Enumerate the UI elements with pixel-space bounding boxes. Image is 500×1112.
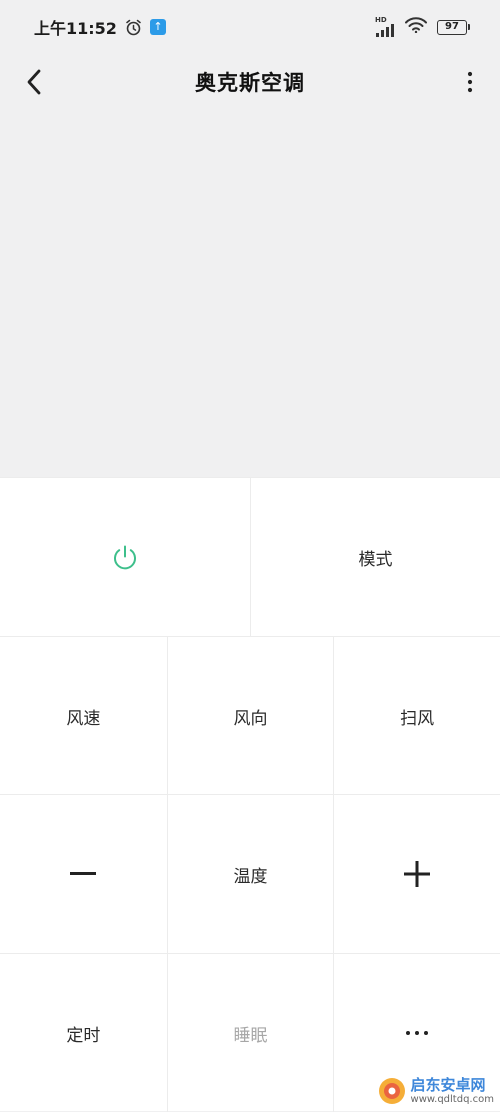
control-row-3: 温度: [0, 794, 500, 953]
fan-direction-label: 风向: [233, 708, 268, 729]
minus-icon: [70, 872, 97, 875]
battery-icon: 97: [437, 19, 470, 35]
more-vertical-icon: [467, 71, 473, 93]
watermark: 启东安卓网 www.qdltdq.com: [377, 1076, 494, 1106]
more-options-button[interactable]: [458, 64, 482, 100]
fan-speed-label: 风速: [66, 708, 101, 729]
cellular-signal-icon: HD: [375, 17, 395, 37]
temp-down-button[interactable]: [0, 795, 167, 953]
power-button[interactable]: [0, 478, 250, 636]
plus-icon: [404, 861, 431, 887]
more-horizontal-icon: [406, 1031, 429, 1035]
power-icon: [114, 545, 136, 570]
status-indicators: HD 97: [375, 17, 470, 37]
control-row-4: 定时 睡眠 启东安卓网 www.qdltdq.com: [0, 953, 500, 1112]
sleep-button[interactable]: 睡眠: [166, 954, 334, 1112]
mode-button[interactable]: 模式: [250, 478, 500, 636]
back-button[interactable]: [16, 64, 52, 100]
mode-label: 模式: [358, 549, 393, 570]
status-time: 上午11:52: [34, 19, 117, 38]
status-bar: 上午11:52 ↑ HD 97: [0, 0, 500, 54]
page-title: 奥克斯空调: [195, 71, 305, 95]
sleep-label: 睡眠: [233, 1025, 268, 1046]
watermark-url: www.qdltdq.com: [410, 1093, 494, 1105]
notification-icon: ↑: [149, 19, 166, 35]
temp-up-button[interactable]: [333, 795, 500, 953]
swing-label: 扫风: [400, 708, 435, 729]
wifi-icon: [405, 17, 427, 37]
network-badge: HD: [375, 16, 387, 24]
temperature-label: 温度: [233, 866, 268, 887]
control-row-1: 模式: [0, 477, 500, 636]
temperature-display: 温度: [166, 795, 334, 953]
battery-level: 97: [437, 19, 467, 35]
alarm-icon: [125, 19, 142, 36]
control-row-2: 风速 风向 扫风: [0, 636, 500, 795]
fan-direction-button[interactable]: 风向: [166, 637, 334, 795]
swing-button[interactable]: 扫风: [333, 637, 500, 795]
watermark-name: 启东安卓网: [410, 1075, 486, 1094]
more-functions-button[interactable]: 启东安卓网 www.qdltdq.com: [333, 954, 500, 1112]
chevron-left-icon: [27, 69, 41, 95]
remote-control-panel: 模式 风速 风向 扫风 温度 定时 睡眠 启东安卓网 www.qdltdq.co…: [0, 477, 500, 1112]
watermark-logo-icon: [378, 1078, 405, 1104]
timer-label: 定时: [66, 1025, 101, 1046]
fan-speed-button[interactable]: 风速: [0, 637, 167, 795]
title-bar: 奥克斯空调: [0, 54, 500, 110]
timer-button[interactable]: 定时: [0, 954, 167, 1112]
